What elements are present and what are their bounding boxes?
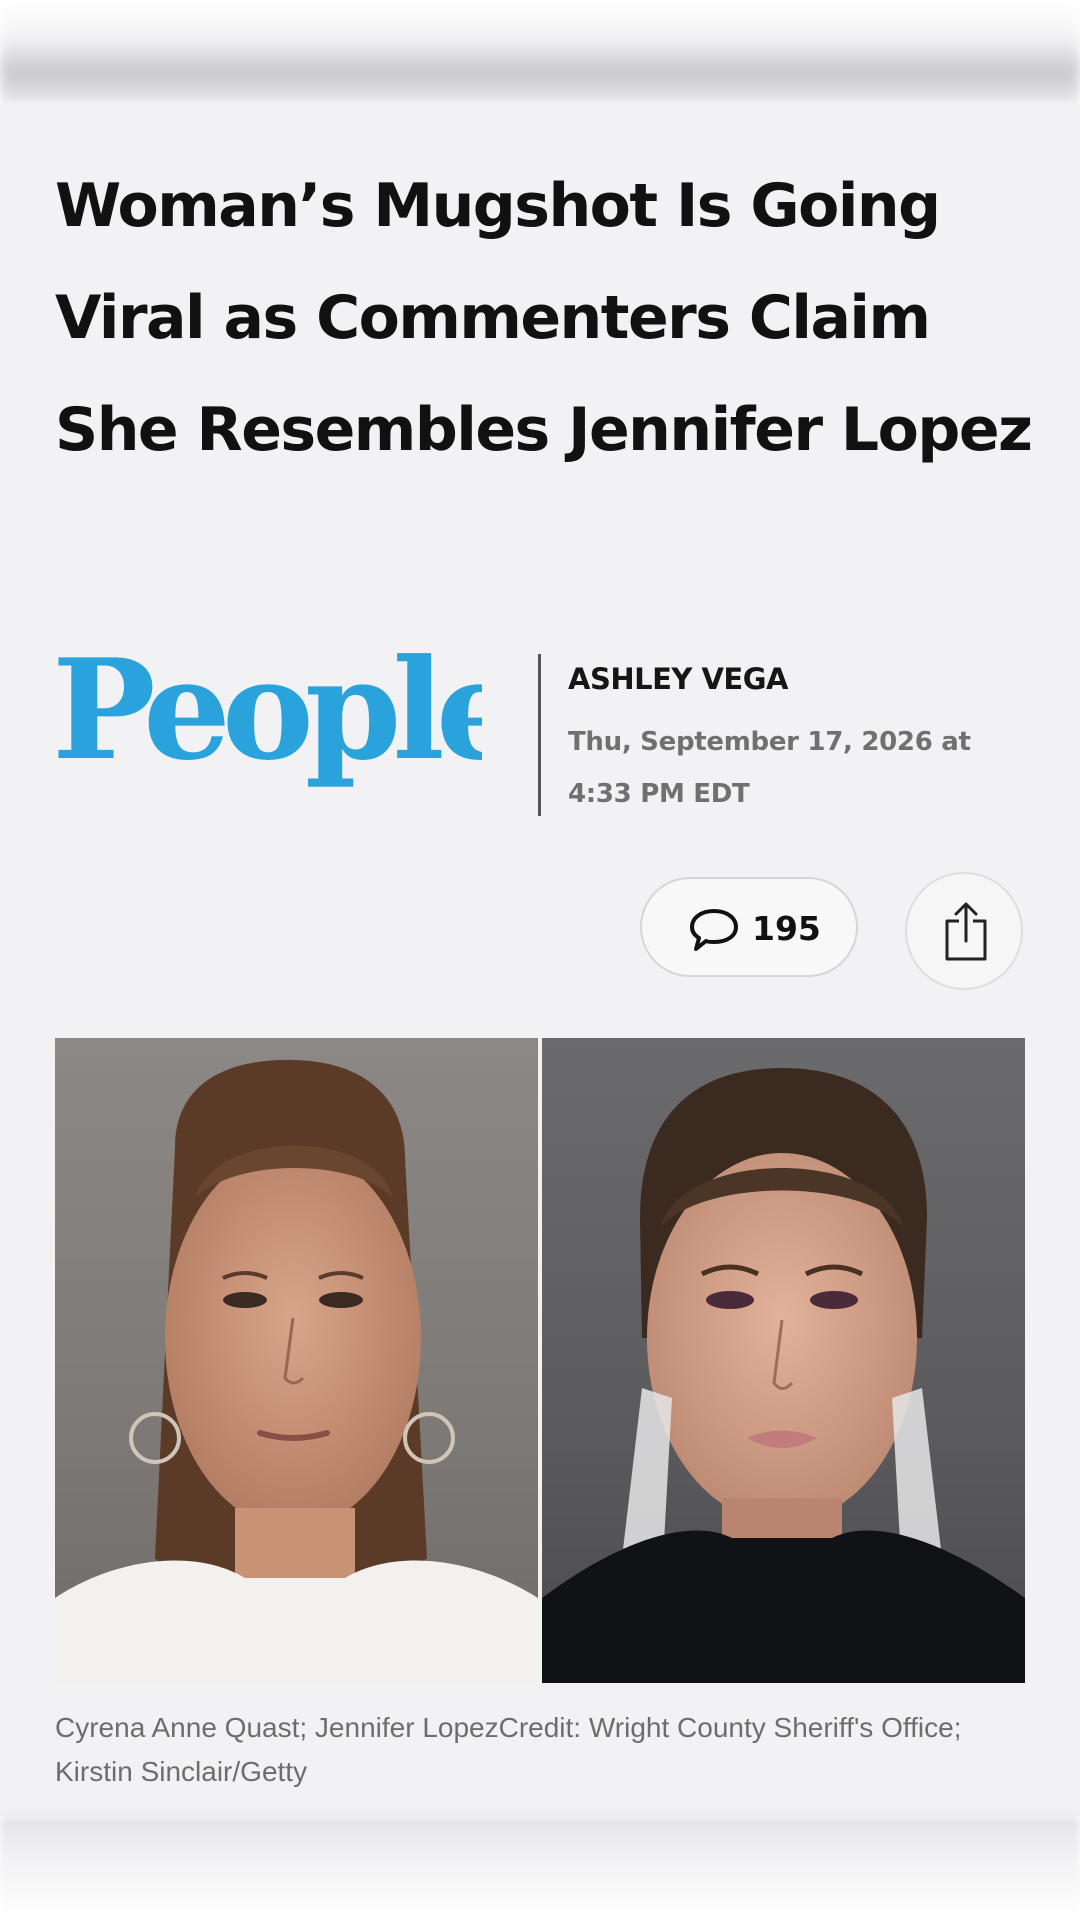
people-logo-wordmark: People bbox=[52, 628, 482, 791]
jennifer-lopez-photo bbox=[542, 1038, 1025, 1683]
share-upload-icon bbox=[945, 902, 987, 961]
mugshot-photo bbox=[55, 1038, 538, 1683]
image-caption: Cyrena Anne Quast; Jennifer LopezCredit:… bbox=[55, 1712, 962, 1787]
byline-divider bbox=[538, 654, 541, 816]
blurred-top-area bbox=[0, 0, 1080, 104]
speech-bubble-icon bbox=[690, 909, 738, 951]
publish-date: Thu, September 17, 2026 at 4:33 PM EDT bbox=[568, 727, 971, 809]
blurred-bottom-area bbox=[0, 1816, 1080, 1920]
comment-count: 195 bbox=[752, 909, 821, 948]
article-headline: Woman’s Mugshot Is Going Viral as Commen… bbox=[55, 171, 1033, 465]
comments-button[interactable]: 195 bbox=[640, 877, 858, 977]
author-name[interactable]: ASHLEY VEGA bbox=[568, 662, 789, 696]
share-button[interactable] bbox=[905, 872, 1023, 990]
people-logo[interactable]: People bbox=[52, 628, 527, 828]
